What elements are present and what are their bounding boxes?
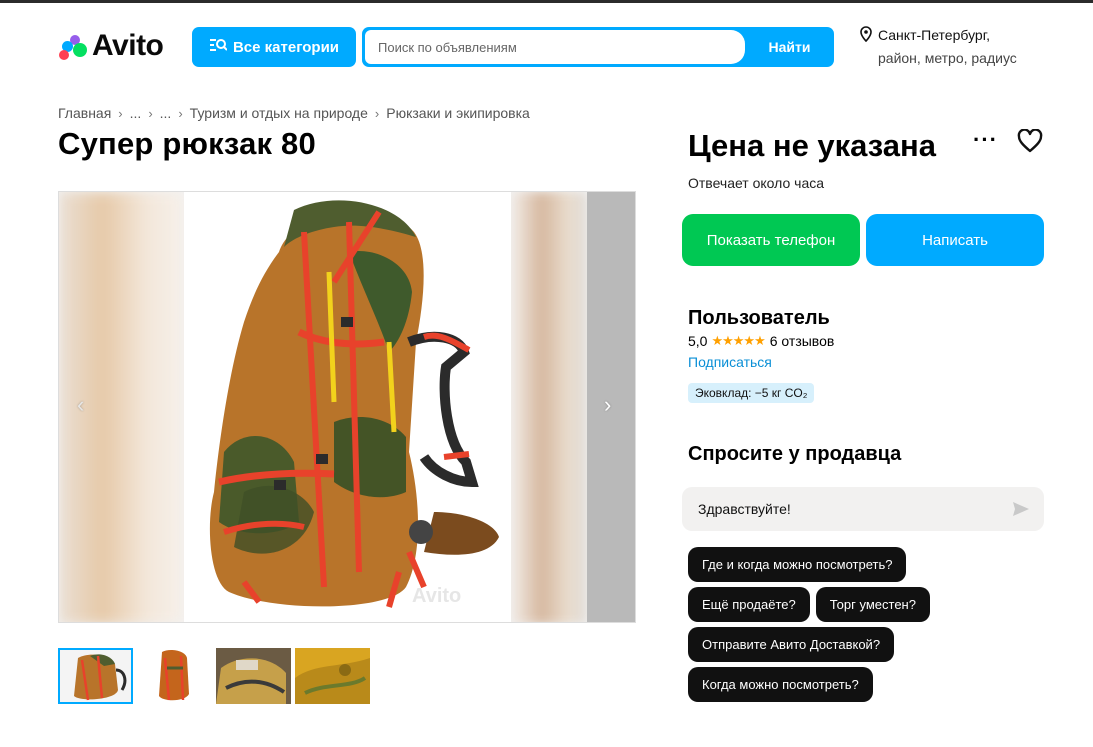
thumbnail-4[interactable] (295, 648, 370, 704)
logo-text: Avito (92, 29, 164, 62)
more-icon[interactable]: ··· (973, 127, 998, 153)
breadcrumb-separator-icon: › (178, 105, 183, 121)
logo-dots-icon (58, 31, 88, 61)
thumbnail-strip (58, 648, 374, 704)
ask-seller-title: Спросите у продавца (688, 443, 902, 465)
breadcrumb-backpacks[interactable]: Рюкзаки и экипировка (386, 105, 530, 121)
message-input[interactable] (682, 487, 1002, 531)
backpack-image: Avito (209, 200, 499, 608)
price: Цена не указана (688, 128, 936, 163)
heart-icon[interactable] (1017, 128, 1043, 158)
eco-badge: Эковклад: −5 кг CO₂ (688, 383, 815, 403)
search-button[interactable]: Найти (745, 27, 834, 67)
show-phone-button[interactable]: Показать телефон (682, 214, 860, 266)
listing-title: Супер рюкзак 80 (58, 126, 316, 161)
location-pin-icon (860, 26, 872, 47)
seller-rating: 5,0 ★★★★★ 6 отзывов (688, 333, 834, 349)
reply-time: Отвечает около часа (688, 175, 825, 191)
chevron-left-icon[interactable]: ‹ (77, 392, 84, 418)
thumbnail-2[interactable] (137, 648, 212, 704)
subscribe-link[interactable]: Подписаться (688, 354, 772, 370)
breadcrumb-separator-icon: › (118, 105, 123, 121)
location-details[interactable]: район, метро, радиус (878, 50, 1017, 66)
breadcrumb-tourism[interactable]: Туризм и отдых на природе (190, 105, 368, 121)
breadcrumb: Главная › ... › ... › Туризм и отдых на … (58, 105, 530, 121)
main-photo[interactable]: Avito (184, 192, 511, 622)
all-categories-label: Все категории (232, 38, 340, 56)
rating-value: 5,0 (688, 333, 708, 349)
breadcrumb-separator-icon: › (148, 105, 153, 121)
location-city[interactable]: Санкт-Петербург, (878, 27, 990, 43)
thumbnail-1[interactable] (58, 648, 133, 704)
search-bar: Найти (362, 27, 834, 67)
top-border (0, 0, 1093, 3)
quick-question-chip[interactable]: Где и когда можно посмотреть? (688, 547, 907, 582)
quick-question-chip[interactable]: Ещё продаёте? (688, 587, 810, 622)
breadcrumb-collapsed[interactable]: ... (130, 105, 142, 121)
quick-questions: Где и когда можно посмотреть? Ещё продаё… (688, 547, 1048, 707)
gallery-next-strip (587, 192, 635, 622)
seller-name[interactable]: Пользователь (688, 307, 830, 330)
avito-logo[interactable]: Avito (58, 29, 164, 62)
photo-gallery[interactable]: Avito ‹ › (58, 191, 636, 623)
categories-icon (209, 38, 228, 56)
all-categories-button[interactable]: Все категории (192, 27, 356, 67)
write-message-button[interactable]: Написать (866, 214, 1044, 266)
search-input[interactable] (365, 30, 745, 64)
quick-question-chip[interactable]: Отправите Авито Доставкой? (688, 627, 895, 662)
thumbnail-3[interactable] (216, 648, 291, 704)
breadcrumb-home[interactable]: Главная (58, 105, 111, 121)
star-icons: ★★★★★ (711, 333, 765, 348)
reviews-link[interactable]: 6 отзывов (770, 333, 835, 349)
quick-question-chip[interactable]: Когда можно посмотреть? (688, 667, 873, 702)
send-icon[interactable] (1012, 500, 1030, 523)
breadcrumb-separator-icon: › (374, 105, 380, 121)
avito-watermark: Avito (412, 585, 461, 607)
breadcrumb-collapsed[interactable]: ... (160, 105, 172, 121)
chevron-right-icon[interactable]: › (604, 392, 611, 418)
message-box (682, 487, 1044, 531)
gallery-blur-right (511, 192, 587, 622)
quick-question-chip[interactable]: Торг уместен? (815, 587, 930, 622)
